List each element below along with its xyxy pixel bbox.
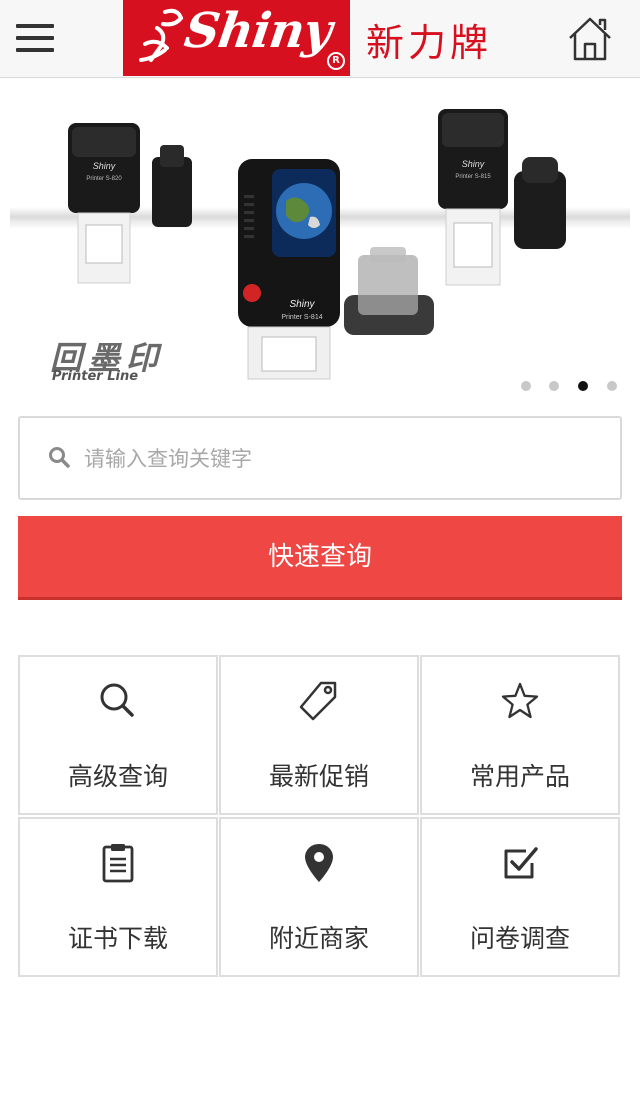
search-icon [49, 447, 70, 468]
product-model-right: Printer S-815 [455, 174, 491, 180]
checkbox-icon [504, 847, 538, 879]
product-brand-right: Shiny [462, 159, 485, 169]
carousel-dot-1[interactable] [521, 381, 531, 391]
menu-certificate-download[interactable]: 证书下载 [18, 817, 218, 977]
carousel-dot-2[interactable] [549, 381, 559, 391]
registered-mark: R [327, 52, 345, 70]
product-brand-center: Shiny [289, 299, 315, 310]
menu-label: 证书下载 [67, 924, 168, 953]
stamp-logo-icon [139, 8, 184, 62]
product-banner[interactable]: Shiny Printer S-820 Shiny Printer S-814 … [0, 79, 640, 409]
banner-title-en: Printer Line [52, 369, 139, 384]
top-header: Shiny R 新力牌 [0, 0, 640, 78]
price-tag-icon [299, 681, 337, 721]
quick-search-button[interactable]: 快速查询 [18, 516, 622, 600]
carousel-dot-3-active[interactable] [578, 381, 588, 391]
home-icon[interactable] [567, 16, 613, 62]
menu-label: 最新促销 [268, 762, 369, 791]
menu-label: 问卷调查 [469, 924, 570, 953]
stamp-product-image-right: Shiny Printer S-815 [438, 109, 566, 286]
menu-common-products[interactable]: 常用产品 [420, 655, 620, 815]
menu-label: 高级查询 [67, 762, 168, 791]
search-box[interactable] [18, 416, 622, 500]
hamburger-menu-icon[interactable] [16, 24, 54, 56]
stamp-product-image-left: Shiny Printer S-820 [68, 123, 192, 284]
logo-text: Shiny [181, 3, 335, 59]
star-icon [501, 682, 539, 719]
menu-label: 附近商家 [268, 924, 369, 953]
clipboard-icon [102, 844, 134, 883]
product-model-center: Printer S-814 [281, 314, 322, 321]
product-brand-left: Shiny [93, 161, 116, 171]
feature-grid: 高级查询 最新促销 常用产品 证书下载 附近商家 问卷调查 [18, 655, 622, 978]
product-model-left: Printer S-820 [86, 176, 122, 182]
map-pin-icon [305, 844, 333, 882]
search-icon [100, 683, 134, 717]
brand-chinese-name: 新力牌 [366, 21, 493, 65]
menu-advanced-search[interactable]: 高级查询 [18, 655, 218, 815]
stamp-product-image-center: Shiny Printer S-814 [238, 159, 434, 380]
search-input[interactable] [82, 438, 586, 480]
brand-logo[interactable]: Shiny R [123, 0, 350, 76]
menu-label: 常用产品 [469, 762, 570, 791]
menu-questionnaire[interactable]: 问卷调查 [420, 817, 620, 977]
carousel-dot-4[interactable] [607, 381, 617, 391]
menu-latest-promotions[interactable]: 最新促销 [219, 655, 419, 815]
menu-nearby-merchants[interactable]: 附近商家 [219, 817, 419, 977]
